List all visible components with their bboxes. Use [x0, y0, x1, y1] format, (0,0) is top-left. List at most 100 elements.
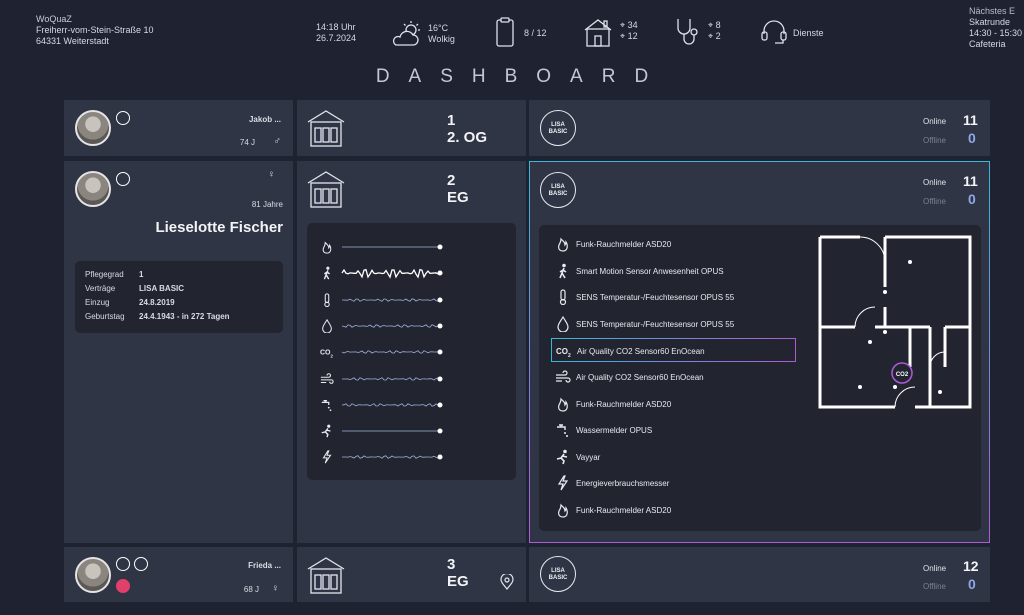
- floor-plan[interactable]: CO2: [815, 232, 975, 412]
- lisa-basic-logo: LISA BASIC: [540, 172, 576, 208]
- building-icon: [307, 110, 345, 147]
- droplet-icon: [557, 315, 569, 332]
- sensor-sparkline: [342, 297, 443, 303]
- stethoscope-icon: [677, 19, 698, 45]
- online-count: 11: [963, 112, 978, 128]
- building-icon: [307, 557, 345, 594]
- device-list-item[interactable]: CO 2 Air Quality CO2 Sensor60 EnOcean: [551, 338, 796, 363]
- lisa-basic-logo: LISA BASIC: [540, 110, 576, 146]
- floor-name: 2. OG: [447, 129, 488, 146]
- care-stats: ⌖ 8 ⌖ 2: [708, 20, 721, 42]
- male-icon: ♂: [273, 136, 282, 147]
- detail-value-move-in: 24.8.2019: [139, 298, 175, 307]
- facility-name: WoQuaZ: [36, 14, 72, 24]
- flame-icon: [558, 397, 568, 412]
- sensor-activity-row[interactable]: [316, 264, 444, 282]
- facility-city: 64331 Weiterstadt: [36, 36, 109, 46]
- device-label: Smart Motion Sensor Anwesenheit OPUS: [576, 266, 724, 276]
- floor-card-3[interactable]: 3 EG: [297, 547, 526, 602]
- device-list-item[interactable]: Smart Motion Sensor Anwesenheit OPUS: [551, 259, 796, 283]
- detail-label-move-in: Einzug: [85, 298, 110, 307]
- floor-card-1[interactable]: 1 2. OG: [297, 100, 526, 156]
- device-list-item[interactable]: Energieverbrauchsmesser: [551, 471, 796, 495]
- co2-sensor-marker-label: CO2: [896, 372, 909, 378]
- flame-icon: [322, 241, 332, 254]
- headset-icon[interactable]: [760, 18, 788, 48]
- floor-number: 3: [447, 556, 456, 573]
- resident-card-frieda[interactable]: Frieda ... 68 J ♀: [64, 547, 293, 602]
- detail-value-care-level: 1: [139, 270, 144, 279]
- next-event-time: 14:30 - 15:30: [969, 28, 1023, 38]
- device-list-item[interactable]: Funk-Rauchmelder ASD20: [551, 392, 796, 416]
- svg-text:2: 2: [331, 353, 334, 358]
- sensor-activity-row[interactable]: [316, 291, 444, 309]
- floor-name: EG: [447, 573, 469, 590]
- thermometer-icon: [559, 289, 567, 306]
- svg-text:2: 2: [568, 353, 571, 359]
- device-label: Air Quality CO2 Sensor60 EnOcean: [577, 347, 705, 357]
- next-event[interactable]: Nächstes E Skatrunde 14:30 - 15:30 Cafet…: [969, 6, 1022, 50]
- lisa-logo-line1: LISA: [551, 122, 565, 128]
- resident-name: Frieda ...: [248, 561, 281, 570]
- care-count-b: 2: [715, 31, 721, 41]
- resident-card-lieselotte[interactable]: ♀ 81 Jahre Lieselotte Fischer Pflegegrad…: [64, 161, 293, 543]
- occupancy-count: 8 / 12: [524, 28, 547, 38]
- page-title: DASHBOARD: [375, 66, 668, 87]
- pin-icon: ⌖: [708, 20, 716, 30]
- location-pin-icon[interactable]: [500, 574, 514, 590]
- sensor-activity-row[interactable]: CO 2: [316, 343, 444, 361]
- online-count: 12: [963, 558, 979, 574]
- lisa-status-card-3[interactable]: LISA BASIC Online Offline 12 0: [529, 547, 990, 602]
- services-link[interactable]: Dienste: [793, 28, 824, 39]
- lisa-status-card-1[interactable]: LISA BASIC Online Offline 11 0: [529, 100, 990, 156]
- avatar: [75, 110, 111, 146]
- device-list-item[interactable]: Vayyar: [551, 445, 796, 469]
- device-list-item[interactable]: Funk-Rauchmelder ASD20: [551, 498, 796, 522]
- device-list-item[interactable]: Funk-Rauchmelder ASD20: [551, 232, 796, 256]
- floor-number: 1: [447, 112, 456, 129]
- sensor-activity-row[interactable]: [316, 317, 444, 335]
- flame-icon: [558, 503, 568, 518]
- online-label: Online: [923, 117, 947, 126]
- sensor-sparkline: [342, 454, 443, 460]
- resident-details: Pflegegrad 1 Verträge LISA BASIC Einzug …: [75, 261, 283, 333]
- resident-age: 74 J: [239, 138, 255, 147]
- facility-address: WoQuaZ Freiherr-vom-Stein-Straße 10 6433…: [36, 14, 154, 47]
- detail-value-contracts: LISA BASIC: [139, 284, 185, 293]
- house-count-a: 34: [627, 20, 638, 30]
- clock-time: 14:18 Uhr: [316, 22, 356, 32]
- device-list-item[interactable]: SENS Temperatur-/Feuchtesensor OPUS 55: [551, 285, 796, 309]
- cloud-sun-icon: [392, 21, 420, 46]
- device-label: Funk-Rauchmelder ASD20: [576, 240, 672, 249]
- resident-card-jakob[interactable]: Jakob ... 74 J ♂: [64, 100, 293, 156]
- offline-count: 0: [968, 130, 976, 146]
- sensor-activity-row[interactable]: [316, 396, 444, 414]
- resident-name: Jakob ...: [248, 115, 281, 124]
- walking-person-icon: [323, 266, 331, 280]
- sensor-sparkline: [341, 323, 443, 329]
- offline-count: 0: [968, 576, 976, 592]
- flame-icon: [558, 237, 568, 252]
- lightning-icon: [557, 475, 569, 491]
- fall-person-icon: [556, 449, 568, 465]
- sensor-activity-row[interactable]: [316, 448, 444, 466]
- clipboard-icon: [496, 17, 514, 47]
- lisa-logo-line2: BASIC: [548, 575, 568, 581]
- female-icon: ♀: [267, 169, 276, 180]
- device-list-item[interactable]: SENS Temperatur-/Feuchtesensor OPUS 55: [551, 312, 796, 336]
- fall-alert-icon[interactable]: [116, 579, 130, 593]
- pin-outline-icon: ⌖: [708, 31, 716, 41]
- device-list-item[interactable]: Wassermelder OPUS: [551, 418, 796, 442]
- offline-label: Offline: [923, 197, 946, 206]
- svg-text:CO: CO: [320, 350, 331, 357]
- sensor-activity-row[interactable]: [316, 238, 444, 256]
- weather: 16°C Wolkig: [428, 23, 455, 45]
- next-event-name: Skatrunde: [969, 17, 1011, 27]
- sensor-activity-row[interactable]: [316, 370, 444, 388]
- device-list-item[interactable]: Air Quality CO2 Sensor60 EnOcean: [551, 365, 796, 389]
- pin-icon: ⌖: [620, 20, 628, 30]
- sensor-sparkline: [341, 349, 443, 355]
- sensor-activity-row[interactable]: [316, 422, 444, 440]
- heart-badge-icon: [116, 557, 130, 571]
- device-label: Wassermelder OPUS: [576, 426, 653, 436]
